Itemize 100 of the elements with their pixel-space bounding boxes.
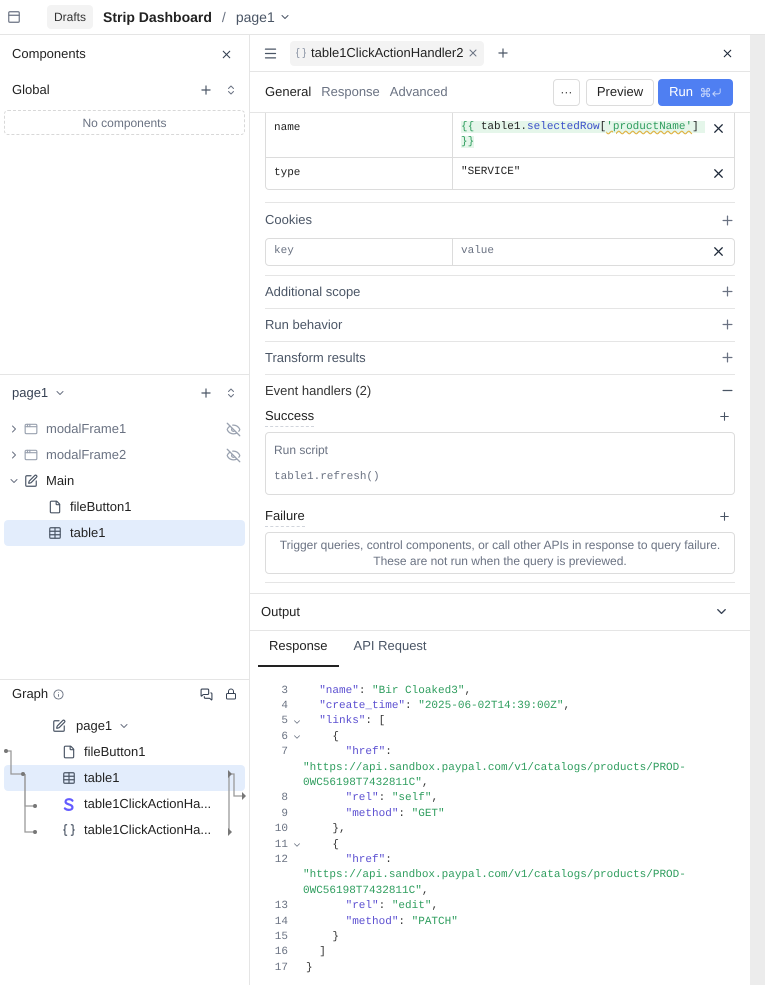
tree-item[interactable]: Main [4, 468, 245, 494]
remove-icon[interactable] [711, 244, 726, 259]
code-line: }, [331, 822, 346, 838]
close-icon[interactable] [721, 46, 734, 60]
code-line: "method": "GET" [344, 806, 445, 822]
code-line: "rel": "edit", [344, 899, 438, 914]
cookie-input-row[interactable]: key value [265, 238, 735, 266]
line-number: 12 [274, 852, 288, 868]
line-number: 15 [274, 930, 288, 945]
panel-title: Components [12, 45, 86, 64]
section-label[interactable]: Additional scope [265, 282, 360, 302]
layout-icon[interactable] [7, 10, 21, 24]
section-label[interactable]: Transform results [265, 348, 366, 368]
line-number: 4 [280, 698, 288, 714]
line-number: 14 [274, 914, 288, 930]
section-label[interactable]: Run behavior [265, 314, 342, 334]
param-key-cell[interactable]: name [266, 113, 453, 157]
remove-icon[interactable] [711, 121, 726, 136]
section-label[interactable]: Event handlers (2) [265, 380, 372, 400]
chat-icon[interactable] [200, 688, 213, 700]
cookie-value-field[interactable]: value [461, 243, 711, 260]
tree-item[interactable]: modalFrame2 [4, 442, 245, 468]
handler-card[interactable]: Run script table1.refresh() [265, 432, 735, 494]
code-line: "https://api.sandbox.paypal.com/v1/catalogs/products/PROD-0WC56198T7432811C", [303, 760, 687, 791]
window-icon [24, 422, 38, 436]
param-key-cell[interactable]: type [266, 158, 453, 188]
line-number: 8 [280, 791, 288, 806]
line-number: 10 [274, 822, 288, 838]
drafts-badge[interactable]: Drafts [47, 5, 94, 29]
code-line: } [331, 930, 340, 945]
tree-label: modalFrame1 [46, 420, 126, 438]
param-value-field[interactable]: "SERVICE" [461, 165, 703, 180]
tree-label: fileButton1 [70, 498, 132, 516]
enter-icon [711, 86, 722, 98]
output-tab[interactable]: API Request [342, 636, 438, 666]
plus-icon[interactable] [199, 82, 213, 96]
panel-title: Graph [12, 685, 48, 704]
plus-icon[interactable] [720, 284, 735, 299]
code-line: "href": [344, 745, 393, 760]
table-icon [48, 526, 62, 540]
tree-item[interactable]: table1 [4, 520, 245, 546]
close-icon[interactable] [220, 48, 233, 60]
tree-label: modalFrame2 [46, 446, 126, 464]
braces-icon [295, 47, 307, 59]
code-line: { [331, 838, 340, 853]
code-line: "rel": "self", [344, 791, 438, 806]
preview-button[interactable]: Preview [586, 78, 654, 106]
expand-collapse-icon[interactable] [225, 387, 237, 399]
line-number: 7 [280, 745, 288, 760]
output-title: Output [261, 602, 300, 621]
eye-off-icon[interactable] [226, 422, 241, 436]
info-icon[interactable] [53, 688, 64, 700]
plus-icon[interactable] [720, 212, 735, 228]
editor-tab[interactable]: Response [321, 82, 380, 102]
editor-tab[interactable]: General [265, 82, 312, 102]
tree-item[interactable]: fileButton1 [4, 494, 245, 520]
plus-icon[interactable] [496, 46, 510, 60]
graph-node[interactable]: table1ClickActionHa... [4, 817, 245, 843]
eye-off-icon[interactable] [226, 448, 241, 462]
plus-icon[interactable] [718, 410, 731, 423]
code-line: "method": "PATCH" [344, 914, 458, 930]
handler-label: Failure [265, 506, 305, 527]
menu-icon[interactable] [263, 46, 278, 60]
tree-label: table1 [70, 524, 106, 542]
param-value-field[interactable]: {{ table1.selectedRow['productName'] }} [461, 120, 703, 150]
editor-tab[interactable]: Advanced [390, 82, 448, 102]
s-logo-icon [63, 796, 75, 812]
page-selector[interactable]: page1 [12, 383, 66, 403]
run-button[interactable]: Run [658, 78, 733, 106]
plus-icon[interactable] [199, 386, 213, 400]
code-line: "href": [344, 852, 393, 868]
table-icon [62, 771, 76, 785]
plus-icon[interactable] [720, 317, 735, 332]
file-icon [48, 500, 62, 514]
graph-node[interactable]: fileButton1 [4, 739, 245, 765]
more-button[interactable]: ··· [552, 78, 580, 106]
code-line: ] [318, 945, 326, 960]
code-line: "https://api.sandbox.paypal.com/v1/catalogs/products/PROD-0WC56198T7432811C", [303, 868, 687, 899]
window-icon [24, 448, 38, 462]
plus-icon[interactable] [720, 350, 735, 365]
page-selector[interactable]: page1 [236, 6, 291, 28]
output-tab[interactable]: Response [258, 636, 339, 666]
braces-icon [62, 823, 76, 837]
plus-icon[interactable] [718, 510, 731, 523]
graph-node-label[interactable]: page1 [76, 716, 130, 736]
remove-icon[interactable] [711, 166, 726, 181]
graph-node[interactable]: table1ClickActionHa... [4, 791, 245, 817]
line-number: 6 [280, 730, 288, 745]
tree-item[interactable]: modalFrame1 [4, 416, 245, 442]
code-line: { [331, 730, 340, 745]
tree-label: Main [46, 472, 74, 490]
file-icon [62, 745, 76, 759]
cookie-key-field[interactable]: key [266, 238, 453, 264]
graph-node[interactable]: table1 [4, 765, 245, 791]
breadcrumb-separator: / [222, 8, 226, 26]
lock-icon[interactable] [225, 688, 237, 700]
page-icon [52, 719, 66, 733]
expand-collapse-icon[interactable] [225, 84, 237, 96]
empty-state: No components [4, 110, 245, 135]
query-tab[interactable]: table1ClickActionHandler2 [290, 40, 484, 66]
